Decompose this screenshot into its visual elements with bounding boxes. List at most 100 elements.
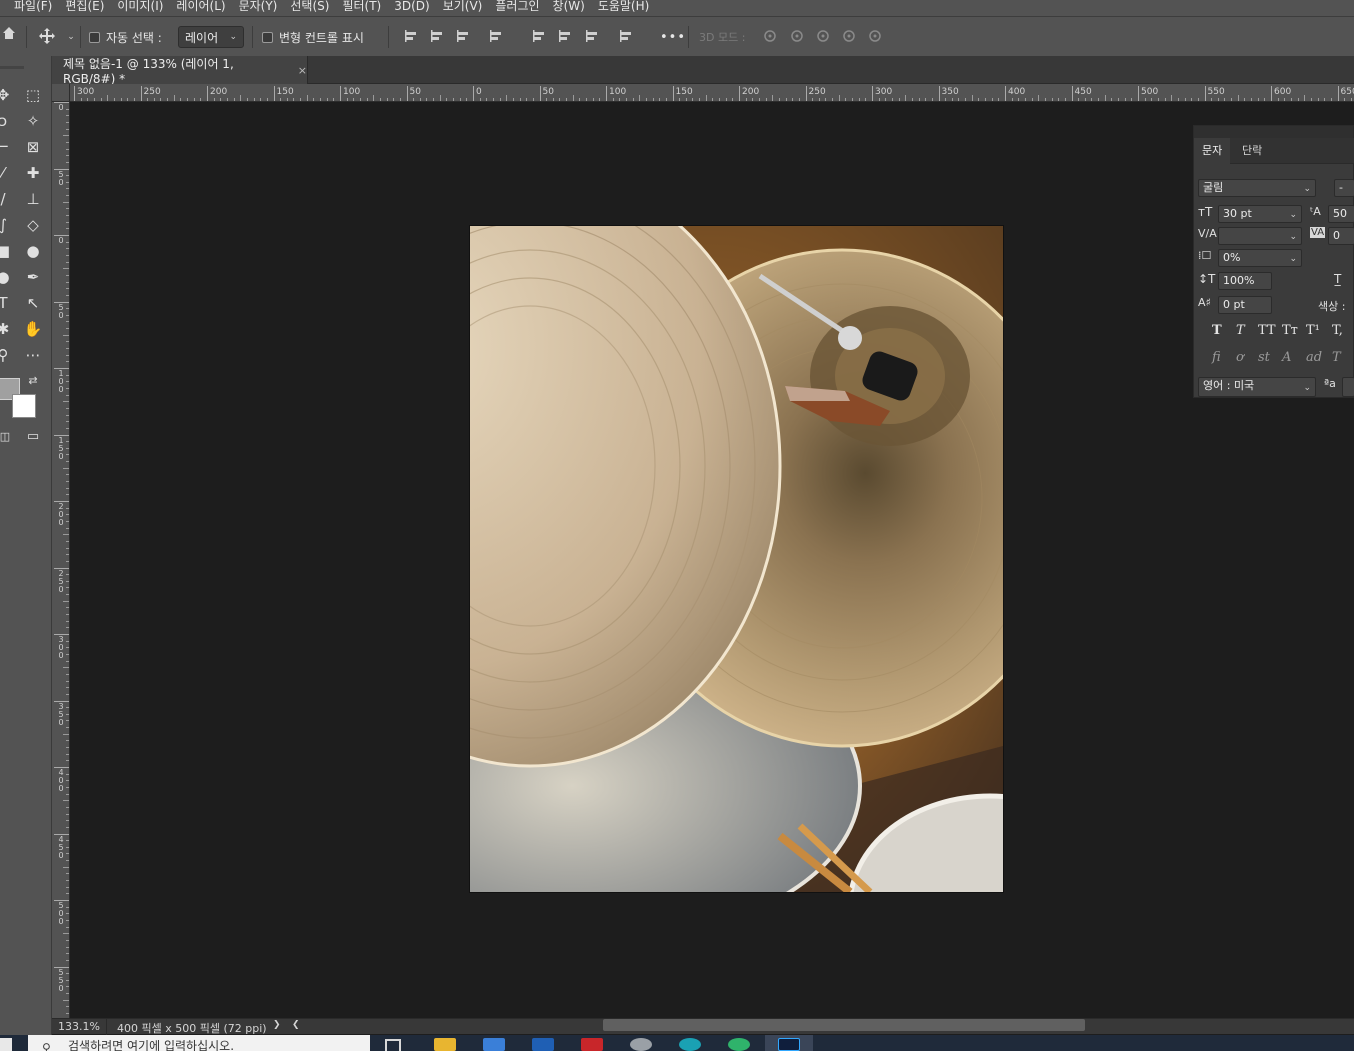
menu-item[interactable]: 도움말(H) <box>598 0 650 12</box>
checkbox-box[interactable] <box>262 31 273 43</box>
scale-3d-icon[interactable] <box>866 28 884 49</box>
align-bottom-icon[interactable] <box>583 28 601 49</box>
menu-item[interactable]: 레이어(L) <box>176 0 225 12</box>
menu-item[interactable]: 선택(S) <box>290 0 329 12</box>
type-tool-icon[interactable]: T <box>0 292 14 314</box>
frame-tool-icon[interactable]: ⊠ <box>22 136 44 158</box>
shape-tool-icon[interactable]: ✱ <box>0 318 14 340</box>
menu-item[interactable]: 3D(D) <box>394 0 429 12</box>
orbit-3d-icon[interactable] <box>761 28 779 49</box>
zoom-level[interactable]: 133.1% <box>58 1020 100 1033</box>
kerning-field[interactable]: ⌄ <box>1218 227 1302 245</box>
document-tab[interactable]: 제목 없음-1 @ 133% (레이어 1, RGB/8#) * × <box>52 56 308 86</box>
align-vcenter-icon[interactable] <box>556 28 574 49</box>
brush-tool-icon[interactable]: / <box>0 188 14 210</box>
distribute-vertical-icon[interactable] <box>617 28 635 49</box>
history-brush-icon[interactable]: ∫ <box>0 214 14 236</box>
background-color-swatch[interactable] <box>12 394 36 418</box>
antialias-dropdown[interactable] <box>1342 377 1354 397</box>
tsume-field[interactable]: 0% ⌄ <box>1218 249 1302 267</box>
opentype-feature-button[interactable]: T <box>1332 350 1341 365</box>
horizontal-ruler[interactable]: 300 250 200 150 100 50 0 50 100 150 200 250 300 350 40… <box>52 84 1354 102</box>
align-hcenter-icon[interactable] <box>428 28 446 49</box>
ruler-origin[interactable] <box>52 84 70 102</box>
opentype-feature-button[interactable]: A <box>1282 350 1291 365</box>
pen-tool-icon[interactable]: ✒ <box>22 266 44 288</box>
hand-tool-icon[interactable]: ✋ <box>22 318 44 340</box>
vertical-ruler[interactable]: 05 005 01 0 01 5 02 0 02 5 03 0 03 5 04 … <box>52 102 70 1018</box>
windows-start-icon[interactable] <box>0 1038 12 1051</box>
drag-3d-icon[interactable] <box>814 28 832 49</box>
quick-mask-icon[interactable]: ◫ <box>0 426 16 448</box>
app-icon[interactable] <box>679 1038 701 1051</box>
menu-item[interactable]: 창(W) <box>553 0 585 12</box>
move-tool-icon[interactable] <box>38 27 56 50</box>
language-dropdown[interactable]: 영어 : 미국 ⌄ <box>1198 377 1316 397</box>
checkbox-box[interactable] <box>89 31 100 43</box>
crop-tool-icon[interactable]: ⌐ <box>0 136 14 158</box>
dodge-tool-icon[interactable]: ● <box>0 266 14 288</box>
text-style-button[interactable]: T¹ <box>1306 323 1320 338</box>
gmail-icon[interactable] <box>581 1038 603 1051</box>
clone-stamp-icon[interactable]: ⊥ <box>22 188 44 210</box>
more-tools-icon[interactable]: ⋯ <box>22 344 44 366</box>
opentype-feature-button[interactable]: st <box>1258 350 1270 365</box>
close-icon[interactable]: × <box>298 64 307 77</box>
auto-select-target-dropdown[interactable]: 레이어 ⌄ <box>178 26 244 48</box>
menu-item[interactable]: 파일(F) <box>14 0 52 12</box>
roll-3d-icon[interactable] <box>788 28 806 49</box>
swap-colors-icon[interactable]: ⇄ <box>22 370 44 392</box>
photoshop-taskbar-button[interactable] <box>765 1035 813 1051</box>
store-icon[interactable] <box>483 1038 505 1051</box>
menu-item[interactable]: 이미지(I) <box>117 0 163 12</box>
panel-grip[interactable] <box>0 66 24 69</box>
distribute-icon[interactable] <box>487 28 505 49</box>
tab-character[interactable]: 문자 <box>1194 138 1231 164</box>
blur-tool-icon[interactable]: ● <box>22 240 44 262</box>
text-style-button[interactable]: T, <box>1332 323 1343 338</box>
font-size-field[interactable]: 30 pt ⌄ <box>1218 205 1302 223</box>
home-icon[interactable] <box>0 26 18 45</box>
healing-brush-icon[interactable]: ✚ <box>22 162 44 184</box>
gradient-tool-icon[interactable]: ■ <box>0 240 14 262</box>
file-explorer-icon[interactable] <box>434 1038 456 1051</box>
mail-icon[interactable] <box>532 1038 554 1051</box>
menu-item[interactable]: 문자(Y) <box>239 0 278 12</box>
tab-paragraph[interactable]: 단락 <box>1234 138 1270 164</box>
magic-wand-icon[interactable]: ✧ <box>22 110 44 132</box>
auto-select-checkbox[interactable]: 자동 선택 : <box>89 17 162 57</box>
lasso-tool-icon[interactable]: ↄ <box>0 110 14 132</box>
menu-item[interactable]: 필터(T) <box>342 0 381 12</box>
vertical-scale-field[interactable]: 100% <box>1218 272 1272 290</box>
scroll-left-icon[interactable]: ❮ <box>292 1020 300 1030</box>
baseline-shift-field[interactable]: 0 pt <box>1218 296 1272 314</box>
align-left-icon[interactable] <box>402 28 420 49</box>
horizontal-scrollbar-thumb[interactable] <box>603 1019 1085 1031</box>
leading-field[interactable]: 50 p <box>1328 205 1354 236</box>
panel-header[interactable] <box>1194 126 1353 138</box>
text-style-button[interactable]: TT <box>1258 323 1276 338</box>
chevron-down-icon[interactable]: ⌄ <box>62 28 80 46</box>
document-canvas-image[interactable] <box>470 226 1003 892</box>
move-tool-icon[interactable]: ✥ <box>0 84 14 106</box>
align-top-icon[interactable] <box>530 28 548 49</box>
marquee-tool-icon[interactable]: ⬚ <box>22 84 44 106</box>
eyedropper-icon[interactable]: ⁄ <box>0 162 14 184</box>
show-transform-checkbox[interactable]: 변형 컨트롤 표시 <box>262 17 364 57</box>
menu-item[interactable]: 보기(V) <box>443 0 483 12</box>
task-view-icon[interactable] <box>385 1039 401 1051</box>
path-select-icon[interactable]: ↖ <box>22 292 44 314</box>
font-style-dropdown[interactable]: - <box>1334 179 1354 197</box>
chevron-right-icon[interactable]: ❯ <box>273 1020 281 1030</box>
taskbar-search-input[interactable]: ⚲ 검색하려면 여기에 입력하십시오. <box>28 1035 370 1051</box>
menu-item[interactable]: 플러그인 <box>495 0 539 12</box>
opentype-feature-button[interactable]: ad <box>1306 350 1322 365</box>
slide-3d-icon[interactable] <box>840 28 858 49</box>
screen-mode-icon[interactable]: ▭ <box>22 426 44 448</box>
opentype-feature-button[interactable]: ơ <box>1236 350 1244 365</box>
zoom-tool-icon[interactable]: ⚲ <box>0 344 14 366</box>
eraser-icon[interactable]: ◇ <box>22 214 44 236</box>
tracking-field[interactable]: 0 <box>1328 227 1354 245</box>
menu-item[interactable]: 편집(E) <box>65 0 104 12</box>
font-family-dropdown[interactable]: 굴림 ⌄ <box>1198 179 1316 197</box>
